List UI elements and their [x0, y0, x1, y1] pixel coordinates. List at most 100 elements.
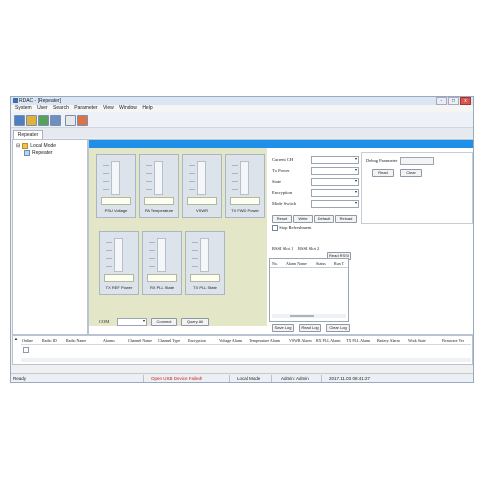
- field-label-state: State: [272, 179, 281, 184]
- current-ch-select[interactable]: ▾: [311, 156, 359, 164]
- menu-view[interactable]: View: [103, 105, 114, 112]
- repeater-icon: [24, 150, 30, 156]
- gauge-value: [147, 274, 177, 282]
- tab-rssi-slot-2[interactable]: RSSI Slot 2: [298, 246, 319, 251]
- login-icon[interactable]: [14, 115, 25, 126]
- mode-switch-select[interactable]: ▾: [311, 200, 359, 208]
- chevron-down-icon: ▾: [354, 156, 357, 161]
- column-header: Encryption: [188, 338, 206, 343]
- horizontal-scrollbar[interactable]: [272, 314, 346, 318]
- exit-icon[interactable]: [77, 115, 88, 126]
- menu-window[interactable]: Window: [119, 105, 137, 112]
- monitor-icon[interactable]: [50, 115, 61, 126]
- reload-button[interactable]: Reload: [335, 215, 357, 223]
- column-header: Battery Alarm: [377, 338, 400, 343]
- menu-system[interactable]: System: [15, 105, 32, 112]
- document-tabs: Repeater: [11, 128, 473, 139]
- connect-button[interactable]: Connect: [151, 318, 177, 326]
- gauge-value: [190, 274, 220, 282]
- tx-power-select[interactable]: ▾: [311, 167, 359, 175]
- tab-rssi-slot-1[interactable]: RSSI Slot 1: [272, 246, 293, 251]
- encryption-select[interactable]: ▾: [311, 189, 359, 197]
- chevron-down-icon: ▾: [354, 200, 357, 205]
- gauge-label: TX FWD Power: [231, 208, 259, 213]
- save-log-button[interactable]: Save Log: [272, 324, 294, 332]
- clear-log-button[interactable]: Clear Log: [326, 324, 350, 332]
- gauge-value: [104, 274, 134, 282]
- gauge-rx-pll-state: RX PLL State: [142, 231, 182, 295]
- gauge-tx-fwd-power: TX FWD Power: [225, 154, 265, 218]
- window-controls: - □ x: [436, 97, 471, 105]
- gauge-tube: [157, 238, 166, 272]
- pin-icon[interactable]: ▲: [14, 336, 19, 364]
- column-header: Alarms: [103, 338, 115, 343]
- menu-search[interactable]: Search: [53, 105, 69, 112]
- connect-icon[interactable]: [38, 115, 49, 126]
- query-all-button[interactable]: Query All: [181, 318, 209, 326]
- tab-repeater[interactable]: Repeater: [13, 130, 43, 139]
- column-header: Radio Name: [66, 338, 87, 343]
- column-header: VSWR Alarm: [289, 338, 312, 343]
- gauge-value: [187, 197, 217, 205]
- device-tree: ⊟ Local Mode Repeater: [12, 139, 88, 335]
- default-button[interactable]: Default: [314, 215, 334, 223]
- reset-button[interactable]: Reset: [272, 215, 292, 223]
- gauge-tx-ref-power: TX REF Power: [99, 231, 139, 295]
- tree-label: Local Mode: [30, 143, 57, 149]
- logout-icon[interactable]: [26, 115, 37, 126]
- expand-icon[interactable]: ⊟: [16, 143, 20, 149]
- debug-clear-button[interactable]: Clear: [400, 169, 422, 177]
- checkbox-label: Stop Refreshment: [279, 225, 312, 231]
- gauge-value: [230, 197, 260, 205]
- menu-parameter[interactable]: Parameter: [74, 105, 97, 112]
- gauge-tube: [200, 238, 209, 272]
- gauge-label: RX PLL State: [149, 285, 175, 290]
- gauge-psu-voltage: PSU Voltage: [96, 154, 136, 218]
- gauge-tube: [154, 161, 163, 195]
- read-log-button[interactable]: Read Log: [299, 324, 321, 332]
- tree-item-repeater[interactable]: Repeater: [24, 150, 53, 156]
- menu-help[interactable]: Help: [142, 105, 152, 112]
- write-button[interactable]: Write: [293, 215, 313, 223]
- window-title: RDAC - [Repeater]: [19, 98, 61, 104]
- maximize-button[interactable]: □: [448, 97, 459, 105]
- table-horizontal-scrollbar[interactable]: [21, 358, 471, 362]
- com-port-select[interactable]: ▾: [117, 318, 147, 326]
- status-ready: Ready: [13, 376, 27, 381]
- gauge-tx-pll-state: TX PLL State: [185, 231, 225, 295]
- status-user: Admin: Admin: [281, 376, 309, 381]
- gauge-pa-temperature: PA Temperature: [139, 154, 179, 218]
- column-header: Temperature Alarm: [249, 338, 281, 343]
- column-header: Work State: [408, 338, 426, 343]
- gauge-label: VSWR: [196, 208, 208, 213]
- minimize-button[interactable]: -: [436, 97, 447, 105]
- row-checkbox[interactable]: [23, 347, 29, 353]
- column-header: Alarm Name: [286, 261, 307, 266]
- checkbox-box[interactable]: [272, 225, 278, 231]
- toolbar: [11, 112, 473, 128]
- alarm-log-table: No. Alarm Name Status Run T: [269, 258, 349, 322]
- chevron-down-icon: ▾: [354, 189, 357, 194]
- column-header: Run T: [334, 261, 345, 266]
- gauge-vswr: VSWR: [182, 154, 222, 218]
- debug-parameter-field[interactable]: [400, 157, 434, 165]
- state-select[interactable]: ▾: [311, 178, 359, 186]
- column-header: TX PLL Alarm: [346, 338, 371, 343]
- close-button[interactable]: x: [460, 97, 471, 105]
- stop-refreshment-checkbox[interactable]: Stop Refreshment: [272, 225, 312, 231]
- repeater-panel: PSU Voltage PA Temperature VSWR TX FWD P…: [88, 139, 473, 335]
- menu-bar: System User Search Parameter View Window…: [11, 105, 473, 112]
- com-label: COM: [99, 319, 110, 324]
- chevron-down-icon: ▾: [354, 167, 357, 172]
- status-mode: Local Mode: [237, 376, 261, 381]
- app-icon: [13, 98, 18, 103]
- tree-item-local-mode[interactable]: ⊟ Local Mode: [16, 143, 56, 149]
- gauge-value: [101, 197, 131, 205]
- gauge-label: TX PLL State: [193, 285, 217, 290]
- debug-read-button[interactable]: Read: [372, 169, 394, 177]
- menu-user[interactable]: User: [37, 105, 48, 112]
- column-header: RX PLL Alarm: [316, 338, 341, 343]
- app-window: RDAC - [Repeater] - □ x System User Sear…: [10, 96, 474, 383]
- gauge-label: TX REF Power: [105, 285, 133, 290]
- report-icon[interactable]: [65, 115, 76, 126]
